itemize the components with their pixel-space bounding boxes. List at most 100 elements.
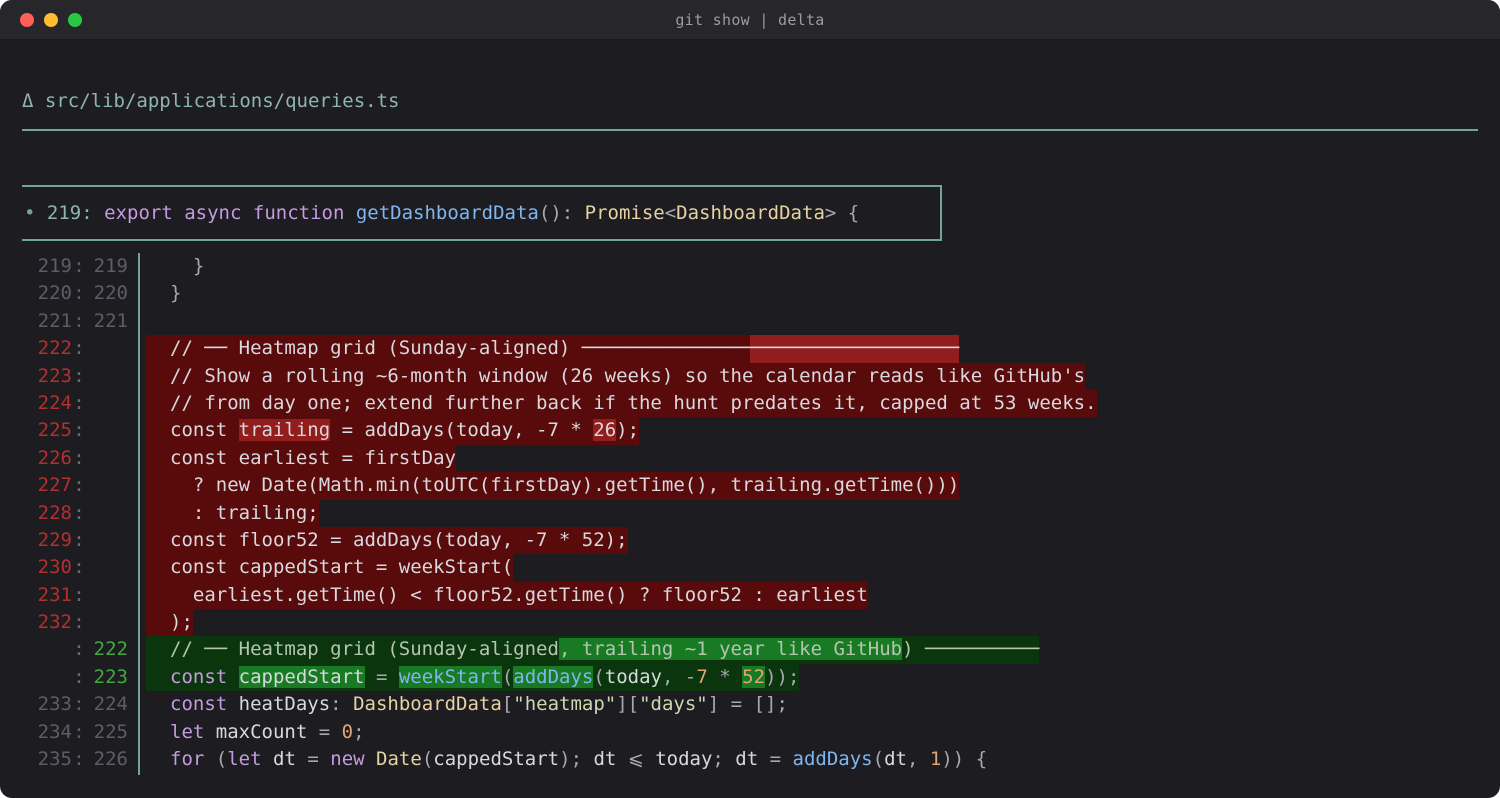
gutter-separator: : <box>73 665 85 688</box>
hunk-marker: • <box>24 202 36 224</box>
file-header-rule <box>22 129 1478 131</box>
code-line: let maxCount = 0; <box>170 720 365 743</box>
gutter-separator: : <box>73 309 85 332</box>
hunk-keyword: async <box>184 202 242 224</box>
code-line: const floor52 = addDays(today, -7 * 52); <box>146 526 628 555</box>
diff-line-context: 221: 221 <box>0 308 1500 335</box>
gutter-separator: : <box>73 611 85 634</box>
diff-line-removed: 231: earliest.getTime() < floor52.getTim… <box>0 581 1500 610</box>
line-number-gutter: 234: 225 <box>32 719 138 746</box>
code-line: // ── Heatmap grid (Sunday-aligned) ────… <box>146 335 960 363</box>
old-line-number: 230 <box>37 556 72 579</box>
code-line: const trailing = addDays(today, -7 * 26)… <box>146 417 640 445</box>
gutter-separator: : <box>73 720 85 743</box>
diff-line-removed: 224: // from day one; extend further back… <box>0 389 1500 418</box>
line-number-gutter: 232: <box>32 609 138 636</box>
old-line-number: 235 <box>37 748 72 771</box>
new-line-number: 221 <box>93 309 128 332</box>
hunk-punctuation: > { <box>824 202 860 224</box>
diff-line-context: 234: 225 let maxCount = 0; <box>0 719 1500 746</box>
old-line-number: 231 <box>37 583 72 606</box>
code-line: // Show a rolling ~6-month window (26 we… <box>146 362 1086 390</box>
diff-line-removed: 226: const earliest = firstDay <box>0 444 1500 473</box>
diff-line-context: 220: 220} <box>0 280 1500 307</box>
line-number-gutter: 221: 221 <box>32 308 138 335</box>
code-line: ? new Date(Math.min(toUTC(firstDay).getT… <box>146 472 960 500</box>
gutter-separator: : <box>73 282 85 305</box>
diff-line-removed: 229: const floor52 = addDays(today, -7 * … <box>0 526 1500 555</box>
line-number-gutter: 228: <box>32 500 138 527</box>
old-line-number: 229 <box>37 528 72 551</box>
gutter-separator: : <box>73 556 85 579</box>
gutter-separator: : <box>73 391 85 414</box>
diff-line-removed: 227: ? new Date(Math.min(toUTC(firstDay)… <box>0 472 1500 500</box>
line-number-gutter: 223: <box>32 363 138 390</box>
diff-line-context: 233: 224 const heatDays: DashboardData["he… <box>0 691 1500 718</box>
hunk-header: • 219: export async function getDashboar… <box>24 202 859 224</box>
line-number-gutter: 225: <box>32 417 138 444</box>
diff-line-context: 219: 219 } <box>0 253 1500 280</box>
code-line: // ── Heatmap grid (Sunday-aligned, trai… <box>146 636 1040 664</box>
gutter-separator: : <box>73 638 85 661</box>
line-number-gutter: 220: 220 <box>32 280 138 307</box>
new-line-number: 220 <box>93 282 128 305</box>
gutter-separator: : <box>73 474 85 497</box>
line-number-gutter: 222: <box>32 335 138 362</box>
hunk-type: DashboardData <box>676 202 825 224</box>
line-number-gutter: 230: <box>32 554 138 581</box>
title-bar: git show | delta <box>0 0 1500 40</box>
old-line-number: 227 <box>37 474 72 497</box>
new-line-number: 225 <box>93 720 128 743</box>
diff-line-added: :223 const cappedStart = weekStart(addDay… <box>0 663 1500 692</box>
line-number-gutter: :223 <box>32 664 138 691</box>
old-line-number: 220 <box>37 282 72 305</box>
diff-line-added: :222 // ── Heatmap grid (Sunday-aligned, … <box>0 636 1500 664</box>
old-line-number: 223 <box>37 364 72 387</box>
code-line: : trailing; <box>146 499 319 527</box>
old-line-number: 225 <box>37 419 72 442</box>
code-line: } <box>170 282 182 305</box>
old-line-number: 232 <box>37 611 72 634</box>
diff-line-removed: 232:); <box>0 609 1500 637</box>
code-line: const earliest = firstDay <box>146 444 456 473</box>
gutter-separator: : <box>73 528 85 551</box>
diff-line-removed: 230: const cappedStart = weekStart( <box>0 554 1500 582</box>
old-line-number: 224 <box>37 391 72 414</box>
new-line-number: 224 <box>93 693 128 716</box>
new-line-number: 226 <box>93 748 128 771</box>
code-line: ); <box>146 609 193 637</box>
code-line: earliest.getTime() < floor52.getTime() ?… <box>146 581 868 610</box>
gutter-separator: : <box>73 337 85 360</box>
gutter-separator: : <box>73 583 85 606</box>
file-header: Δ src/lib/applications/queries.ts <box>22 90 400 112</box>
diff-line-removed: 223: // Show a rolling ~6-month window (2… <box>0 362 1500 390</box>
code-line: const cappedStart = weekStart( <box>146 554 514 582</box>
old-line-number: 234 <box>37 720 72 743</box>
hunk-keyword: function <box>252 202 345 224</box>
gutter-separator: : <box>73 748 85 771</box>
line-number-gutter: 233: 224 <box>32 691 138 718</box>
old-line-number: 222 <box>37 337 72 360</box>
gutter-separator: : <box>73 446 85 469</box>
code-line: // from day one; extend further back if … <box>146 389 1097 418</box>
line-number-gutter: 227: <box>32 472 138 499</box>
gutter-separator: : <box>73 693 85 716</box>
hunk-keyword: export <box>104 202 173 224</box>
gutter-separator: : <box>73 255 85 277</box>
line-number-gutter: 224: <box>32 390 138 417</box>
hunk-line-number: 219: <box>46 202 93 224</box>
line-number-gutter: 219: 219 <box>32 253 138 280</box>
old-line-number: 228 <box>37 501 72 524</box>
diff-body: 219: 219 } 220: 220} 221: 221 222:// ── Heatma… <box>0 253 1500 773</box>
new-line-number: 219 <box>93 255 128 277</box>
terminal-window: git show | delta Δ src/lib/applications/… <box>0 0 1500 798</box>
diff-line-context: 235: 226 for (let dt = new Date(cappedStar… <box>0 746 1500 773</box>
gutter-separator: : <box>73 364 85 387</box>
gutter-separator: : <box>73 419 85 442</box>
code-line: for (let dt = new Date(cappedStart); dt … <box>170 748 988 771</box>
old-line-number: 221 <box>37 309 72 332</box>
window-title: git show | delta <box>675 11 825 29</box>
diff-line-removed: 228: : trailing; <box>0 499 1500 527</box>
line-number-gutter: 231: <box>32 582 138 609</box>
code-line: } <box>192 255 205 277</box>
